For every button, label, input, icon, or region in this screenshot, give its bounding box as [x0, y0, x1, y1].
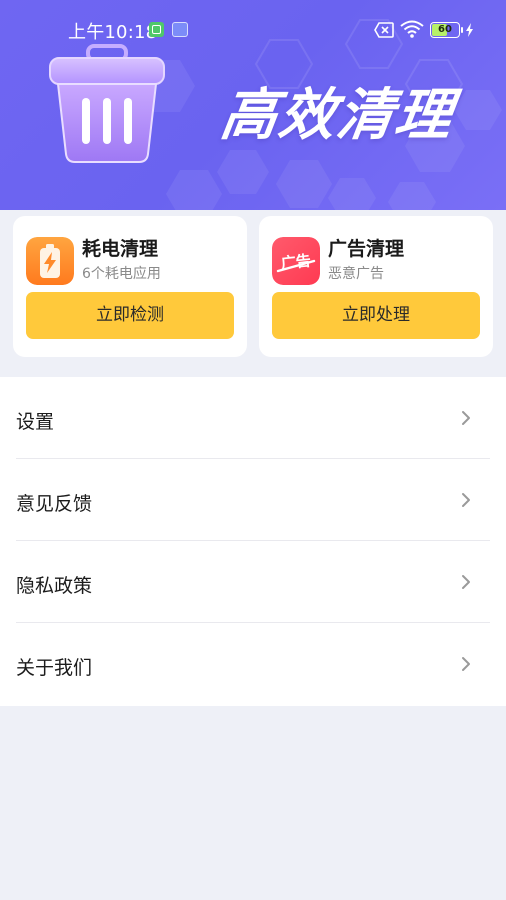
battery-cap [461, 27, 463, 33]
menu-item-label: 设置 [16, 411, 55, 433]
battery-clean-card: 耗电清理 6个耗电应用 立即检测 [13, 216, 247, 357]
trash-can-icon [49, 44, 165, 163]
menu-item-settings[interactable]: 设置 [0, 377, 506, 459]
menu-item-privacy-policy[interactable]: 隐私政策 [0, 541, 506, 623]
card-title: 广告清理 [328, 238, 405, 260]
menu-item-label: 意见反馈 [16, 493, 93, 515]
banner-title: 高效清理 [216, 83, 458, 148]
battery-charge-icon [26, 237, 74, 285]
chevron-right-icon [462, 657, 470, 671]
mail-icon [172, 22, 188, 37]
wifi-icon [400, 20, 424, 38]
menu-item-label: 关于我们 [16, 657, 93, 679]
chevron-right-icon [462, 493, 470, 507]
menu-item-feedback[interactable]: 意见反馈 [0, 459, 506, 541]
settings-menu: 设置 意见反馈 隐私政策 关于我们 [0, 377, 506, 706]
battery-level: 60 [438, 24, 452, 35]
header-banner: 上午10:18 60 高效清理 [0, 0, 506, 210]
charging-icon [466, 23, 473, 37]
app-notification-icon [149, 22, 164, 37]
no-sim-icon [374, 22, 394, 38]
card-subtitle: 恶意广告 [328, 266, 384, 282]
chevron-right-icon [462, 575, 470, 589]
ad-block-icon: 广告 [272, 237, 320, 285]
battery-icon: 60 [430, 22, 460, 38]
menu-item-about-us[interactable]: 关于我们 [0, 623, 506, 705]
handle-now-button[interactable]: 立即处理 [272, 292, 480, 339]
chevron-right-icon [462, 411, 470, 425]
ad-clean-card: 广告 广告清理 恶意广告 立即处理 [259, 216, 493, 357]
card-title: 耗电清理 [82, 238, 159, 260]
card-subtitle: 6个耗电应用 [82, 266, 161, 282]
detect-now-button[interactable]: 立即检测 [26, 292, 234, 339]
status-time: 上午10:18 [68, 22, 158, 43]
menu-item-label: 隐私政策 [16, 575, 93, 597]
